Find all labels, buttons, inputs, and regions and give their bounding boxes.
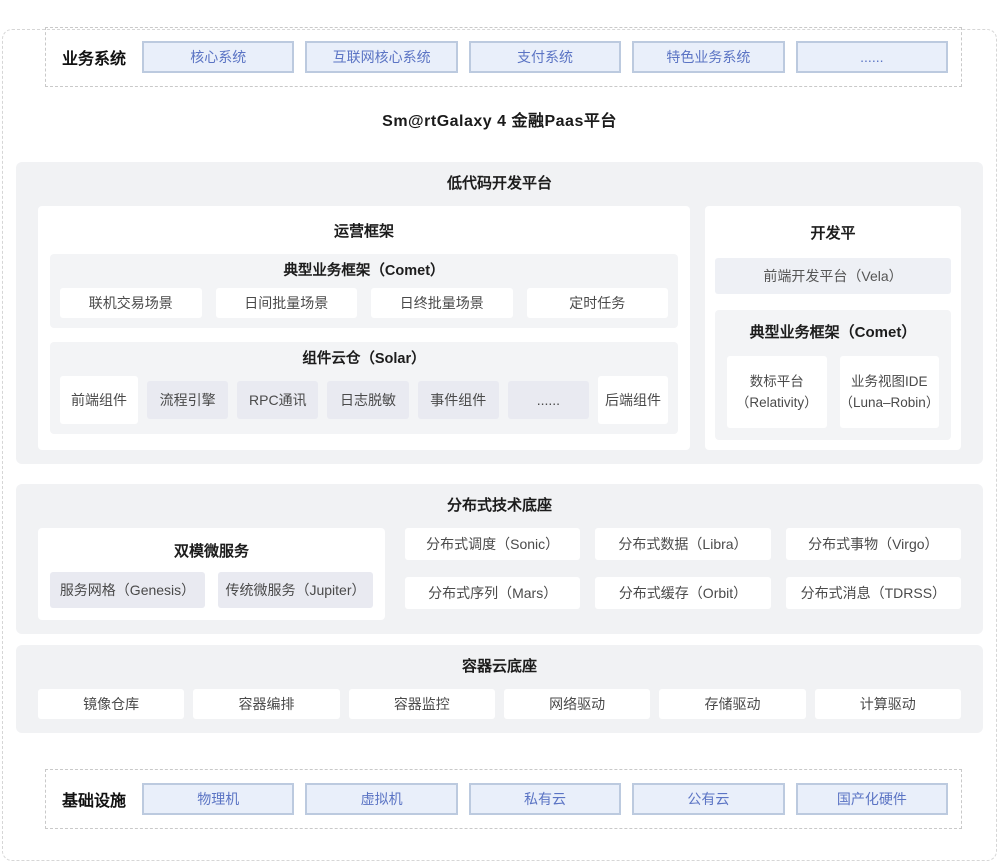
comet-framework-subcard: 典型业务框架（Comet） 联机交易场景 日间批量场景 日终批量场景 定时任务 [50, 254, 678, 328]
relativity-platform: 数标平台 （Relativity） [727, 356, 827, 428]
infra-public-cloud: 公有云 [632, 783, 784, 815]
solar-log-masking: 日志脱敏 [327, 381, 408, 419]
vela-frontend-platform: 前端开发平台（Vela） [715, 258, 951, 294]
dev-comet-title: 典型业务框架（Comet） [727, 324, 939, 342]
container-monitoring: 容器监控 [349, 689, 495, 719]
dev-platform-card: 开发平 前端开发平台（Vela） 典型业务框架（Comet） 数标平台 （Rel… [705, 206, 961, 450]
infra-virtual-machine: 虚拟机 [305, 783, 457, 815]
comet-framework-title: 典型业务框架（Comet） [60, 262, 668, 280]
container-section: 容器云底座 镜像仓库 容器编排 容器监控 网络驱动 存储驱动 计算驱动 [16, 645, 983, 733]
dual-mode-title: 双模微服务 [50, 542, 373, 562]
business-systems-band: 业务系统 核心系统 互联网核心系统 支付系统 特色业务系统 ...... [45, 27, 962, 87]
distributed-services-grid: 分布式调度（Sonic） 分布式数据（Libra） 分布式事物（Virgo） 分… [405, 528, 961, 620]
image-registry: 镜像仓库 [38, 689, 184, 719]
business-systems-items: 核心系统 互联网核心系统 支付系统 特色业务系统 ...... [142, 41, 948, 73]
libra-data: 分布式数据（Libra） [595, 528, 770, 560]
operation-framework-title: 运营框架 [50, 222, 678, 242]
relativity-code: （Relativity） [736, 392, 818, 413]
infrastructure-label: 基础设施 [46, 787, 142, 811]
relativity-name: 数标平台 [750, 371, 804, 392]
mars-sequence: 分布式序列（Mars） [405, 577, 580, 609]
network-driver: 网络驱动 [504, 689, 650, 719]
luna-robin-name: 业务视图IDE [851, 371, 928, 392]
lowcode-section-title: 低代码开发平台 [38, 174, 961, 194]
dual-mode-card: 双模微服务 服务网格（Genesis） 传统微服务（Jupiter） [38, 528, 385, 620]
solar-backend-components: 后端组件 [598, 376, 668, 424]
infra-physical-machine: 物理机 [142, 783, 294, 815]
container-section-title: 容器云底座 [38, 657, 961, 677]
storage-driver: 存储驱动 [659, 689, 805, 719]
tdrss-message: 分布式消息（TDRSS） [786, 577, 961, 609]
dev-comet-subcard: 典型业务框架（Comet） 数标平台 （Relativity） 业务视图IDE … [715, 310, 951, 440]
luna-robin-code: （Luna–Robin） [840, 392, 940, 413]
virgo-transaction: 分布式事物（Virgo） [786, 528, 961, 560]
dev-platform-title: 开发平 [715, 224, 951, 244]
solar-more: ...... [508, 381, 589, 419]
orbit-cache: 分布式缓存（Orbit） [595, 577, 770, 609]
infra-private-cloud: 私有云 [469, 783, 621, 815]
luna-robin-ide: 业务视图IDE （Luna–Robin） [840, 356, 940, 428]
operation-framework-card: 运营框架 典型业务框架（Comet） 联机交易场景 日间批量场景 日终批量场景 … [38, 206, 690, 450]
solar-rpc: RPC通讯 [237, 381, 318, 419]
business-system-payment: 支付系统 [469, 41, 621, 73]
solar-event-components: 事件组件 [418, 381, 499, 419]
platform-title: Sm@rtGalaxy 4 金融Paas平台 [0, 111, 999, 133]
solar-title: 组件云仓（Solar） [60, 350, 668, 368]
distributed-section-title: 分布式技术底座 [38, 496, 961, 516]
infrastructure-band: 基础设施 物理机 虚拟机 私有云 公有云 国产化硬件 [45, 769, 962, 829]
business-system-internet-core: 互联网核心系统 [305, 41, 457, 73]
scene-online-trade: 联机交易场景 [60, 288, 202, 318]
business-system-more: ...... [796, 41, 948, 73]
solar-subcard: 组件云仓（Solar） 前端组件 流程引擎 RPC通讯 日志脱敏 事件组件 ..… [50, 342, 678, 434]
business-system-core: 核心系统 [142, 41, 294, 73]
sonic-scheduler: 分布式调度（Sonic） [405, 528, 580, 560]
business-system-special: 特色业务系统 [632, 41, 784, 73]
business-systems-label: 业务系统 [46, 45, 142, 69]
genesis-service-mesh: 服务网格（Genesis） [50, 572, 205, 608]
distributed-section: 分布式技术底座 双模微服务 服务网格（Genesis） 传统微服务（Jupite… [16, 484, 983, 634]
scene-endday-batch: 日终批量场景 [371, 288, 513, 318]
infrastructure-items: 物理机 虚拟机 私有云 公有云 国产化硬件 [142, 783, 948, 815]
solar-process-engine: 流程引擎 [147, 381, 228, 419]
scene-scheduled-task: 定时任务 [527, 288, 669, 318]
compute-driver: 计算驱动 [815, 689, 961, 719]
jupiter-microservice: 传统微服务（Jupiter） [218, 572, 373, 608]
scene-daytime-batch: 日间批量场景 [216, 288, 358, 318]
infra-domestic-hardware: 国产化硬件 [796, 783, 948, 815]
solar-frontend-components: 前端组件 [60, 376, 138, 424]
container-orchestration: 容器编排 [193, 689, 339, 719]
lowcode-section: 低代码开发平台 运营框架 典型业务框架（Comet） 联机交易场景 日间批量场景… [16, 162, 983, 464]
